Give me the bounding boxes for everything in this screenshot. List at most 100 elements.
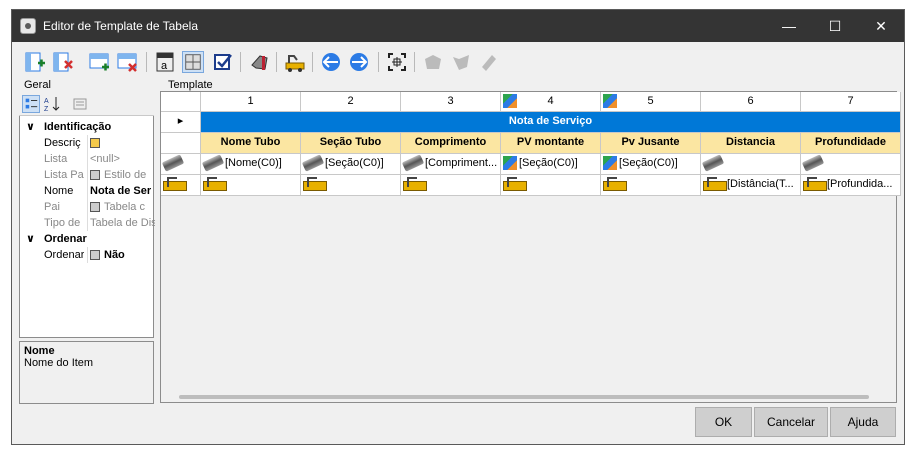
- property-row[interactable]: Tipo de Tabela de Dis: [20, 215, 155, 231]
- excavator-icon[interactable]: [284, 51, 306, 73]
- shape-a-icon: [425, 55, 441, 69]
- row-marker[interactable]: ▸: [161, 112, 201, 133]
- pipe-icon: [161, 154, 185, 172]
- title-bar: Editor de Template de Tabela — ☐ ✕: [12, 10, 904, 42]
- property-value[interactable]: Não: [87, 247, 155, 263]
- template-editor-window: Editor de Template de Tabela — ☐ ✕ a Ger…: [11, 9, 905, 445]
- property-row[interactable]: Lista Pa Estilo de: [20, 167, 155, 183]
- column-header[interactable]: 5: [601, 92, 701, 112]
- property-category[interactable]: ∨ Identificação: [20, 119, 155, 135]
- property-value-text: Nota de Ser: [90, 185, 152, 197]
- categorized-view-icon[interactable]: [22, 95, 40, 113]
- excavator-icon: [603, 177, 627, 192]
- insert-row-icon[interactable]: [88, 51, 110, 73]
- data-cell[interactable]: [301, 175, 401, 196]
- excavator-icon: [303, 177, 327, 192]
- shape-b-icon: [453, 55, 469, 70]
- check-icon[interactable]: [212, 51, 234, 73]
- move-right-icon[interactable]: [348, 51, 370, 73]
- data-cell[interactable]: [Distância(T...: [701, 175, 801, 196]
- move-left-icon[interactable]: [320, 51, 342, 73]
- insert-column-icon[interactable]: [24, 51, 46, 73]
- property-value[interactable]: [87, 135, 155, 151]
- sort-alphabetical-icon[interactable]: AZ: [43, 95, 61, 113]
- toolbar-separator: [414, 52, 415, 72]
- property-row[interactable]: Lista <null>: [20, 151, 155, 167]
- data-cell[interactable]: [401, 175, 501, 196]
- header-cell[interactable]: Distancia: [701, 133, 801, 154]
- property-value[interactable]: Estilo de: [87, 167, 155, 183]
- data-cell[interactable]: [601, 175, 701, 196]
- svg-text:A: A: [44, 98, 49, 105]
- data-cell[interactable]: [201, 175, 301, 196]
- header-cell[interactable]: Nome Tubo: [201, 133, 301, 154]
- minimize-button[interactable]: —: [766, 10, 812, 42]
- property-value[interactable]: Tabela de Dis: [87, 215, 155, 231]
- text-format-icon[interactable]: a: [154, 51, 176, 73]
- property-value-text: Estilo de: [104, 169, 147, 181]
- close-button[interactable]: ✕: [858, 10, 904, 42]
- property-value[interactable]: Tabela c: [87, 199, 155, 215]
- property-row[interactable]: Pai Tabela c: [20, 199, 155, 215]
- data-cell[interactable]: [Nome(C0)]: [201, 154, 301, 175]
- geral-label: Geral: [24, 79, 51, 91]
- template-grid: 1 2 3 4 5 6 7 ▸ Nota de Serviço Nome Tubo Seção Tu…: [160, 91, 901, 403]
- header-text: Comprimento: [414, 136, 487, 148]
- toolbar: a: [12, 42, 904, 80]
- property-row[interactable]: Nome Nota de Ser: [20, 183, 155, 199]
- property-value[interactable]: Nota de Ser: [87, 183, 155, 199]
- ok-button[interactable]: OK: [695, 407, 752, 437]
- delete-column-icon[interactable]: [52, 51, 74, 73]
- eraser-icon[interactable]: [248, 51, 270, 73]
- data-cell[interactable]: [Compriment...: [401, 154, 501, 175]
- collapse-toggle-icon[interactable]: ∨: [26, 119, 35, 135]
- excavator-icon: [403, 177, 427, 192]
- maximize-button[interactable]: ☐: [812, 10, 858, 42]
- delete-row-icon[interactable]: [116, 51, 138, 73]
- data-cell[interactable]: [501, 175, 601, 196]
- horizontal-scrollbar[interactable]: [179, 395, 869, 399]
- header-cell[interactable]: Profundidade: [801, 133, 901, 154]
- property-value[interactable]: <null>: [87, 151, 155, 167]
- column-header[interactable]: 6: [701, 92, 801, 112]
- cancel-button[interactable]: Cancelar: [754, 407, 828, 437]
- pipe-icon: [301, 154, 325, 172]
- window-title: Editor de Template de Tabela: [43, 19, 198, 33]
- cube-icon: [503, 94, 517, 108]
- data-cell[interactable]: [Seção(C0)]: [301, 154, 401, 175]
- data-cell[interactable]: [801, 154, 901, 175]
- property-row[interactable]: Descriç: [20, 135, 155, 151]
- header-cell[interactable]: PV montante: [501, 133, 601, 154]
- header-cell[interactable]: Pv Jusante: [601, 133, 701, 154]
- column-header[interactable]: 1: [201, 92, 301, 112]
- property-value-text: Tabela de Dis: [90, 217, 155, 229]
- property-value-text: Não: [104, 249, 125, 261]
- grid-corner: [161, 92, 201, 112]
- property-row[interactable]: Ordenar Não: [20, 247, 155, 263]
- template-label: Template: [168, 79, 213, 91]
- property-category[interactable]: ∨ Ordenar: [20, 231, 155, 247]
- column-number: 6: [747, 95, 754, 107]
- header-text: PV montante: [516, 136, 585, 148]
- row-header: [161, 154, 201, 175]
- column-header[interactable]: 3: [401, 92, 501, 112]
- select-region-icon[interactable]: [386, 51, 408, 73]
- title-banner[interactable]: Nota de Serviço: [201, 112, 901, 133]
- column-header[interactable]: 7: [801, 92, 901, 112]
- cell-text: [Distância(T...: [727, 178, 794, 190]
- data-cell[interactable]: [701, 154, 801, 175]
- description-text: Nome do Item: [24, 357, 94, 369]
- data-cell[interactable]: [Seção(C0)]: [501, 154, 601, 175]
- data-cell[interactable]: [Profundida...: [801, 175, 901, 196]
- column-header[interactable]: 2: [301, 92, 401, 112]
- collapse-toggle-icon[interactable]: ∨: [26, 231, 35, 247]
- grid-lines-icon[interactable]: [182, 51, 204, 73]
- help-button[interactable]: Ajuda: [830, 407, 896, 437]
- cube-icon: [503, 156, 517, 171]
- data-cell[interactable]: [Seção(C0)]: [601, 154, 701, 175]
- header-cell[interactable]: Comprimento: [401, 133, 501, 154]
- category-label: Ordenar: [44, 233, 87, 245]
- header-cell[interactable]: Seção Tubo: [301, 133, 401, 154]
- toolbar-separator: [378, 52, 379, 72]
- column-header[interactable]: 4: [501, 92, 601, 112]
